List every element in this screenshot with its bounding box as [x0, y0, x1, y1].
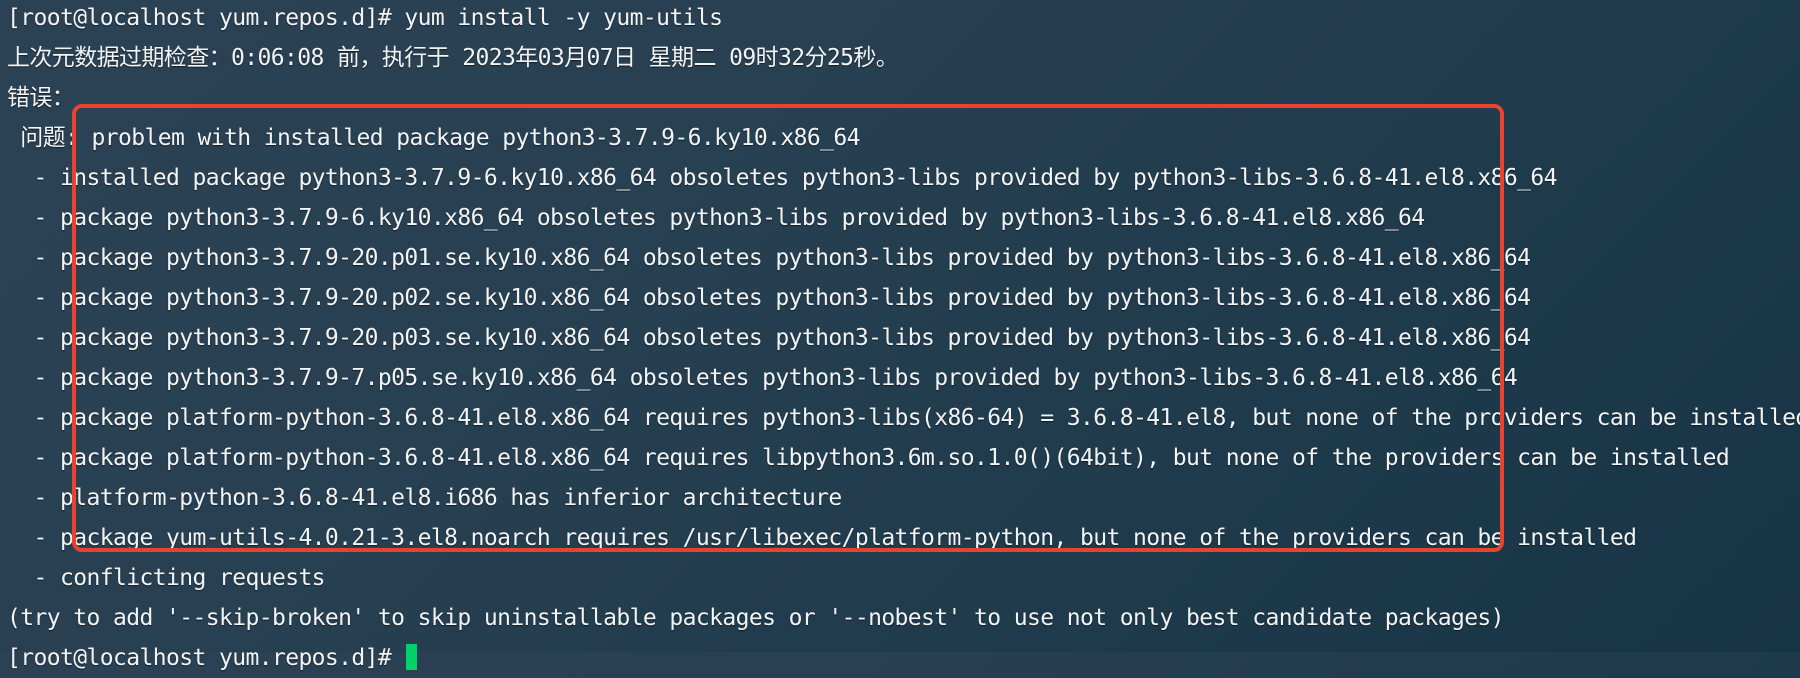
terminal-line-error-header: 错误：	[7, 85, 75, 111]
terminal-cursor	[406, 644, 418, 670]
terminal-line-detail: - package python3-3.7.9-20.p02.se.ky10.x…	[7, 285, 1531, 311]
terminal-line-detail: - package python3-3.7.9-20.p01.se.ky10.x…	[7, 245, 1531, 271]
terminal-line-problem: 问题: problem with installed package pytho…	[7, 125, 860, 151]
terminal-line-detail: - platform-python-3.6.8-41.el8.i686 has …	[7, 485, 842, 511]
terminal-line-metadata-check: 上次元数据过期检查：0:06:08 前，执行于 2023年03月07日 星期二 …	[7, 45, 899, 71]
terminal-line-detail: - package python3-3.7.9-20.p03.se.ky10.x…	[7, 325, 1531, 351]
terminal-line-hint: (try to add '--skip-broken' to skip unin…	[7, 605, 1505, 631]
terminal-window[interactable]: [root@localhost yum.repos.d]# yum instal…	[0, 0, 1800, 671]
terminal-line-command: [root@localhost yum.repos.d]# yum instal…	[7, 5, 723, 31]
terminal-prompt: [root@localhost yum.repos.d]#	[7, 645, 405, 671]
terminal-line-detail: - package platform-python-3.6.8-41.el8.x…	[7, 445, 1730, 471]
terminal-line-detail: - installed package python3-3.7.9-6.ky10…	[7, 165, 1557, 191]
terminal-prompt-line[interactable]: [root@localhost yum.repos.d]#	[7, 638, 1800, 678]
terminal-line-detail: - package python3-3.7.9-7.p05.se.ky10.x8…	[7, 365, 1518, 391]
terminal-line-detail: - package yum-utils-4.0.21-3.el8.noarch …	[7, 525, 1637, 551]
terminal-line-conflicting-requests: - conflicting requests	[7, 565, 325, 591]
terminal-line-detail: - package platform-python-3.6.8-41.el8.x…	[7, 405, 1800, 431]
terminal-line-detail: - package python3-3.7.9-6.ky10.x86_64 ob…	[7, 205, 1425, 231]
